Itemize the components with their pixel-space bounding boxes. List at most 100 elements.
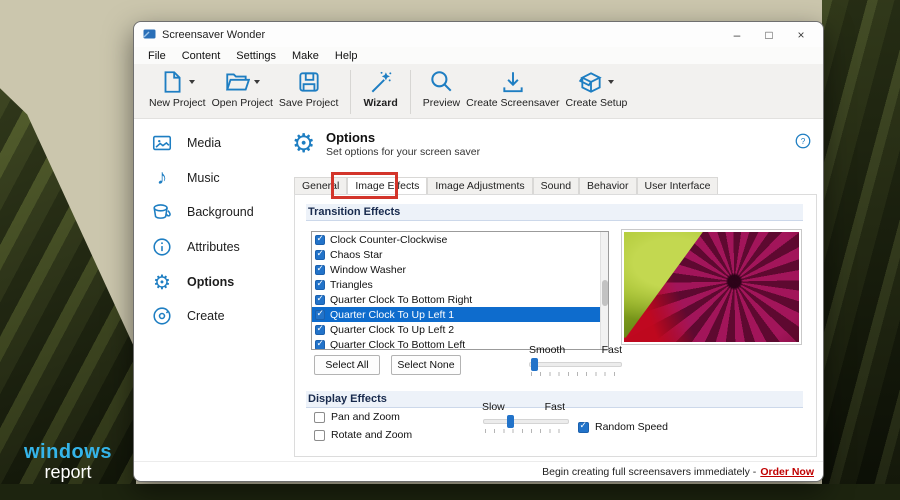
- checkbox-unchecked-icon[interactable]: [314, 411, 325, 423]
- checkbox-checked-icon[interactable]: [315, 263, 325, 275]
- app-window: Screensaver Wonder – □ × File Content Se…: [133, 21, 824, 482]
- display-speed-slider[interactable]: [483, 419, 569, 424]
- random-speed-checkbox[interactable]: Random Speed: [578, 420, 668, 433]
- page-subtitle: Set options for your screen saver: [326, 146, 481, 158]
- logo-line2: report: [44, 462, 92, 483]
- checkbox-checked-icon[interactable]: [315, 293, 325, 305]
- checkbox-checked-icon[interactable]: [315, 248, 325, 260]
- tab-sound[interactable]: Sound: [532, 177, 580, 195]
- sidebar-item-create[interactable]: Create: [134, 302, 284, 330]
- transition-speed-slider[interactable]: [529, 362, 622, 367]
- open-project-button[interactable]: Open Project: [212, 68, 273, 109]
- transition-effects-header: Transition Effects: [306, 204, 803, 221]
- sidebar-item-options[interactable]: ⚙ Options: [134, 268, 284, 296]
- wallpaper-ribbons-left: [0, 88, 136, 500]
- menu-bar: File Content Settings Make Help: [134, 47, 823, 64]
- transition-preview-image: [621, 229, 802, 345]
- checkbox-checked-icon[interactable]: [315, 323, 325, 335]
- wizard-icon: [368, 69, 394, 95]
- select-all-button[interactable]: Select All: [314, 355, 380, 375]
- list-item-selected[interactable]: Quarter Clock To Up Left 1: [312, 307, 608, 322]
- toolbar-separator: [409, 70, 411, 114]
- list-item[interactable]: Quarter Clock To Bottom Right: [312, 292, 608, 307]
- menu-file[interactable]: File: [140, 50, 174, 62]
- svg-text:?: ?: [801, 137, 806, 146]
- tab-user-interface[interactable]: User Interface: [636, 177, 719, 195]
- slider-thumb[interactable]: [531, 358, 538, 371]
- display-slider-labels: Slow Fast: [482, 401, 565, 413]
- window-title: Screensaver Wonder: [162, 28, 266, 41]
- menu-help[interactable]: Help: [327, 50, 366, 62]
- list-scrollbar[interactable]: [600, 232, 608, 349]
- create-screensaver-icon: [500, 69, 526, 95]
- minimize-button[interactable]: –: [721, 22, 753, 47]
- menu-settings[interactable]: Settings: [228, 50, 284, 62]
- wizard-button[interactable]: Wizard: [363, 68, 398, 109]
- select-none-button[interactable]: Select None: [391, 355, 461, 375]
- red-highlight-annotation: [331, 172, 398, 199]
- tab-image-adjustments[interactable]: Image Adjustments: [427, 177, 533, 195]
- toolbar-separator: [350, 70, 352, 114]
- toolbar: New Project Open Project Save Project Wi…: [134, 64, 823, 119]
- checkbox-unchecked-icon[interactable]: [314, 429, 325, 441]
- checkbox-checked-icon[interactable]: [315, 308, 325, 320]
- create-setup-icon: [578, 69, 604, 95]
- status-bar: Begin creating full screensavers immedia…: [134, 461, 823, 481]
- chevron-down-icon[interactable]: [608, 80, 615, 84]
- title-bar[interactable]: Screensaver Wonder – □ ×: [134, 22, 823, 47]
- sidebar-item-background[interactable]: Background: [134, 198, 284, 226]
- app-icon: [143, 29, 156, 40]
- create-icon: [150, 305, 174, 327]
- sidebar-item-music[interactable]: ♪ Music: [134, 164, 284, 192]
- pan-and-zoom-checkbox[interactable]: Pan and Zoom: [314, 411, 400, 423]
- list-item[interactable]: Chaos Star: [312, 247, 608, 262]
- create-setup-button[interactable]: Create Setup: [566, 68, 627, 109]
- help-icon[interactable]: ?: [794, 132, 812, 150]
- transition-effects-list[interactable]: Clock Counter-Clockwise Chaos Star Windo…: [311, 231, 609, 350]
- list-item[interactable]: Clock Counter-Clockwise: [312, 232, 608, 247]
- options-icon: ⚙: [153, 271, 171, 294]
- background-icon: [150, 201, 174, 223]
- list-item[interactable]: Window Washer: [312, 262, 608, 277]
- checkbox-checked-icon[interactable]: [315, 233, 325, 245]
- preview-icon: [428, 69, 454, 95]
- slider-ticks: [531, 372, 621, 376]
- scrollbar-thumb[interactable]: [602, 280, 608, 306]
- chevron-down-icon[interactable]: [189, 80, 196, 84]
- maximize-button[interactable]: □: [753, 22, 785, 47]
- media-icon: [150, 132, 174, 154]
- menu-content[interactable]: Content: [174, 50, 229, 62]
- rotate-and-zoom-checkbox[interactable]: Rotate and Zoom: [314, 429, 412, 441]
- flower-photo: [624, 232, 799, 342]
- new-project-icon: [159, 69, 185, 95]
- window-controls: – □ ×: [721, 22, 817, 47]
- logo-line1: windows: [24, 441, 112, 464]
- slider-thumb[interactable]: [507, 415, 514, 428]
- speed-slider-labels: Smooth Fast: [529, 344, 622, 356]
- new-project-button[interactable]: New Project: [149, 68, 206, 109]
- image-effects-panel: Transition Effects Clock Counter-Clockwi…: [294, 194, 817, 457]
- save-project-button[interactable]: Save Project: [279, 68, 338, 109]
- sidebar-item-media[interactable]: Media: [134, 129, 284, 157]
- tab-behavior[interactable]: Behavior: [579, 177, 637, 195]
- sidebar: Media ♪ Music Background Attributes ⚙ Op…: [134, 119, 284, 461]
- order-now-link[interactable]: Order Now: [760, 466, 814, 478]
- attributes-icon: [150, 236, 174, 258]
- list-item[interactable]: Triangles: [312, 277, 608, 292]
- checkbox-checked-icon[interactable]: [578, 420, 589, 433]
- save-project-icon: [296, 69, 322, 95]
- preview-button[interactable]: Preview: [423, 68, 460, 109]
- page-title: Options: [326, 130, 376, 145]
- list-item[interactable]: Quarter Clock To Up Left 2: [312, 322, 608, 337]
- close-button[interactable]: ×: [785, 22, 817, 47]
- checkbox-checked-icon[interactable]: [315, 338, 325, 349]
- slider-ticks: [485, 429, 568, 433]
- windows-report-logo: windows report: [24, 442, 112, 482]
- create-screensaver-button[interactable]: Create Screensaver: [466, 68, 560, 109]
- music-icon: ♪: [156, 166, 168, 189]
- chevron-down-icon[interactable]: [254, 80, 261, 84]
- options-gear-icon: ⚙: [292, 128, 316, 158]
- checkbox-checked-icon[interactable]: [315, 278, 325, 290]
- menu-make[interactable]: Make: [284, 50, 327, 62]
- sidebar-item-attributes[interactable]: Attributes: [134, 233, 284, 261]
